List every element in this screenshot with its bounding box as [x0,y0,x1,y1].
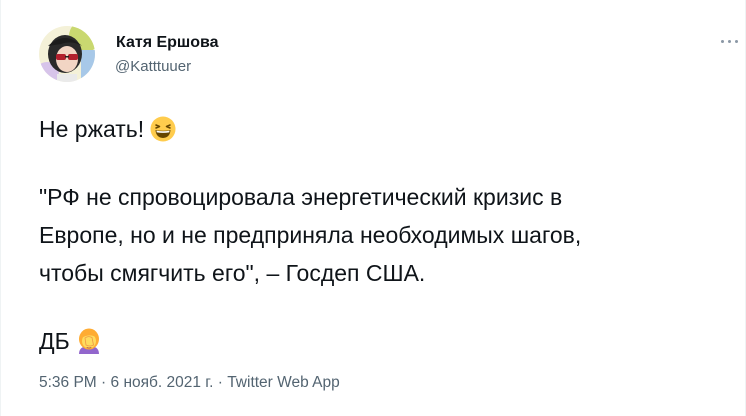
tweet-date: 6 нояб. 2021 г. [110,374,214,391]
more-horizontal-icon [721,40,724,43]
woman-facepalming-icon [76,328,102,354]
quote-line-1: "РФ не спровоцировала энергетический кри… [39,184,563,210]
meta-separator: · [101,374,107,391]
more-horizontal-icon-dot [728,40,731,43]
quote-line-3: чтобы смягчить его", – Госдеп США. [39,260,426,286]
tweet-meta: 5:36 PM · 6 нояб. 2021 г. · Twitter Web … [39,374,340,392]
tweet-sign-line: ДБ [39,322,729,360]
tweet-source-link[interactable]: Twitter Web App [227,374,340,391]
avatar[interactable] [39,26,95,82]
meta-separator: · [217,374,223,391]
tweet-line-1-text: Не ржать! [39,116,145,142]
more-horizontal-icon-dot [735,40,738,43]
author-username[interactable]: @Katttuuer [115,58,191,75]
grinning-squinting-face-icon [150,116,176,142]
tweet-card: Катя Ершова @Katttuuer Не ржать! "РФ не … [0,0,746,416]
author-display-name[interactable]: Катя Ершова [116,34,219,52]
quote-line-2: Европе, но и не предприняла необходимых … [39,222,582,248]
tweet-text: Не ржать! "РФ не спровоцировала энергети… [39,110,729,360]
tweet-timestamp-link[interactable]: 5:36 PM · 6 нояб. 2021 г. [39,374,213,391]
more-options-button[interactable] [717,32,743,50]
tweet-sign-text: ДБ [39,328,70,354]
tweet-line-1: Не ржать! [39,110,729,148]
tweet-time: 5:36 PM [39,374,97,391]
